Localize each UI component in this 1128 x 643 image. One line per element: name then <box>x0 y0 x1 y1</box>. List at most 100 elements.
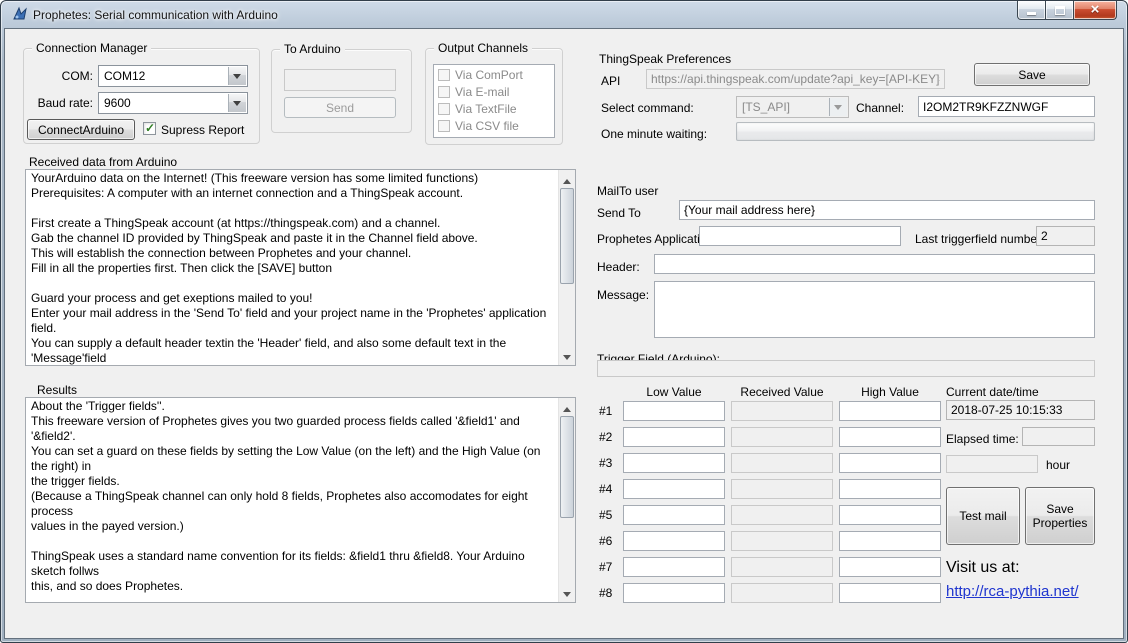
trigger-high-input-4[interactable] <box>839 479 941 499</box>
header-input[interactable] <box>654 254 1095 274</box>
via-csvfile-checkbox[interactable] <box>438 120 450 132</box>
output-channels-listbox: Via ComPort Via E-mail Via TextFile Via … <box>433 64 555 138</box>
waiting-progress-bar <box>736 122 1095 141</box>
trigger-received-input-2[interactable] <box>731 427 833 447</box>
message-input[interactable] <box>654 281 1095 338</box>
trigger-received-input-3[interactable] <box>731 453 833 473</box>
received-value-header: Received Value <box>731 385 833 399</box>
chevron-down-icon[interactable] <box>829 98 847 116</box>
api-label: API <box>601 74 620 88</box>
api-url-input[interactable] <box>646 69 945 89</box>
trigger-received-input-8[interactable] <box>731 583 833 603</box>
send-to-input[interactable] <box>679 200 1095 220</box>
com-port-select[interactable]: COM12 <box>98 65 248 87</box>
received-data-scrollbar[interactable] <box>558 170 575 365</box>
com-port-value: COM12 <box>104 69 145 83</box>
window-controls: × <box>1017 1 1117 20</box>
trigger-low-input-1[interactable] <box>623 401 725 421</box>
save-button[interactable]: Save <box>974 63 1090 86</box>
trigger-low-input-4[interactable] <box>623 479 725 499</box>
trigger-row-label: #4 <box>599 482 612 496</box>
channel-label: Channel: <box>856 101 904 115</box>
trigger-high-input-5[interactable] <box>839 505 941 525</box>
scrollbar-thumb[interactable] <box>560 188 574 284</box>
results-title: Results <box>37 383 77 397</box>
message-label: Message: <box>597 288 649 302</box>
to-arduino-title: To Arduino <box>280 42 345 56</box>
visit-us-label: Visit us at: <box>946 559 1020 577</box>
trigger-low-input-3[interactable] <box>623 453 725 473</box>
baud-rate-value: 9600 <box>104 96 131 110</box>
received-data-text[interactable]: YourArduino data on the Internet! (This … <box>26 170 558 365</box>
scroll-down-icon[interactable] <box>559 585 575 602</box>
app-window: Prophetes: Serial communication with Ard… <box>0 0 1128 643</box>
test-mail-button[interactable]: Test mail <box>946 487 1020 545</box>
scroll-up-icon[interactable] <box>559 170 575 187</box>
trigger-received-input-1[interactable] <box>731 401 833 421</box>
results-scrollbar[interactable] <box>558 398 575 602</box>
prophetes-application-label: Prophetes Application <box>597 232 713 246</box>
trigger-received-input-5[interactable] <box>731 505 833 525</box>
current-datetime-value: 2018-07-25 10:15:33 <box>946 400 1095 420</box>
supress-report-checkbox[interactable] <box>143 122 156 135</box>
to-arduino-input[interactable] <box>284 69 396 91</box>
trigger-low-input-7[interactable] <box>623 557 725 577</box>
close-button[interactable]: × <box>1073 1 1117 20</box>
results-textbox: About the 'Trigger fields''. This freewa… <box>25 397 576 603</box>
connect-arduino-button[interactable]: ConnectArduino <box>27 119 135 140</box>
maximize-button[interactable] <box>1046 1 1073 20</box>
connection-manager-title: Connection Manager <box>32 41 151 55</box>
scrollbar-thumb[interactable] <box>560 416 574 518</box>
website-link[interactable]: http://rca-pythia.net/ <box>946 583 1079 600</box>
select-command-select[interactable]: [TS_API] <box>736 96 849 118</box>
header-label: Header: <box>597 260 640 274</box>
chevron-down-icon[interactable] <box>228 94 246 112</box>
trigger-row-label: #5 <box>599 508 612 522</box>
scroll-up-icon[interactable] <box>559 398 575 415</box>
trigger-high-input-3[interactable] <box>839 453 941 473</box>
last-triggerfield-label: Last triggerfield number: <box>915 232 1044 246</box>
to-arduino-group: To Arduino <box>271 49 412 133</box>
trigger-high-input-2[interactable] <box>839 427 941 447</box>
via-textfile-checkbox[interactable] <box>438 103 450 115</box>
results-text[interactable]: About the 'Trigger fields''. This freewa… <box>26 398 558 602</box>
hour-value <box>946 455 1038 473</box>
channel-input[interactable] <box>918 96 1095 117</box>
trigger-field-bar <box>597 360 1095 377</box>
current-datetime-header: Current date/time <box>946 385 1039 399</box>
trigger-low-input-6[interactable] <box>623 531 725 551</box>
trigger-high-input-7[interactable] <box>839 557 941 577</box>
trigger-row-label: #7 <box>599 560 612 574</box>
baud-rate-select[interactable]: 9600 <box>98 92 248 114</box>
trigger-low-input-5[interactable] <box>623 505 725 525</box>
trigger-high-input-6[interactable] <box>839 531 941 551</box>
trigger-high-input-8[interactable] <box>839 583 941 603</box>
title-bar[interactable]: Prophetes: Serial communication with Ard… <box>1 1 1127 29</box>
trigger-received-input-7[interactable] <box>731 557 833 577</box>
trigger-received-input-6[interactable] <box>731 531 833 551</box>
minimize-button[interactable] <box>1017 1 1046 20</box>
elapsed-time-label: Elapsed time: <box>946 432 1019 446</box>
client-area: Connection Manager COM: COM12 Baud rate:… <box>5 29 1123 638</box>
select-command-label: Select command: <box>601 101 694 115</box>
trigger-low-input-8[interactable] <box>623 583 725 603</box>
trigger-row-label: #8 <box>599 586 612 600</box>
scroll-down-icon[interactable] <box>559 348 575 365</box>
one-minute-waiting-label: One minute waiting: <box>601 127 707 141</box>
via-textfile-label: Via TextFile <box>455 102 517 116</box>
trigger-high-input-1[interactable] <box>839 401 941 421</box>
via-comport-checkbox[interactable] <box>438 69 450 81</box>
select-command-value: [TS_API] <box>742 100 790 114</box>
supress-report-label: Supress Report <box>161 123 244 137</box>
via-email-label: Via E-mail <box>455 85 509 99</box>
received-data-textbox: YourArduino data on the Internet! (This … <box>25 169 576 366</box>
via-email-checkbox[interactable] <box>438 86 450 98</box>
send-button[interactable]: Send <box>284 97 396 118</box>
close-icon: × <box>1091 2 1100 17</box>
trigger-low-input-2[interactable] <box>623 427 725 447</box>
chevron-down-icon[interactable] <box>228 67 246 85</box>
prophetes-application-input[interactable] <box>699 226 901 246</box>
save-properties-button[interactable]: Save Properties <box>1025 487 1095 545</box>
thingspeak-preferences-title: ThingSpeak Preferences <box>599 52 731 66</box>
trigger-received-input-4[interactable] <box>731 479 833 499</box>
